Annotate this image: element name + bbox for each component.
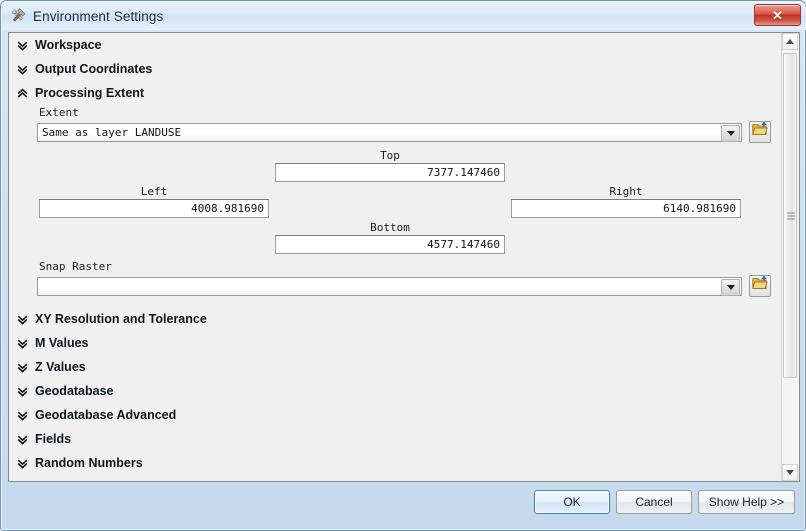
section-header-cartography[interactable]: Cartography <box>9 475 783 481</box>
snap-raster-combo-row <box>37 275 775 297</box>
chevron-double-down-icon <box>17 481 28 482</box>
section-title-z-values: Z Values <box>35 360 86 374</box>
extent-dropdown[interactable]: Same as layer LANDUSE <box>37 122 742 142</box>
hammer-wrench-icon <box>9 7 27 25</box>
snap-raster-dropdown[interactable] <box>37 276 742 296</box>
extent-bottom-cell: Bottom 4577.147460 <box>275 221 505 254</box>
section-title-output-coordinates: Output Coordinates <box>35 62 153 76</box>
extent-top-input[interactable]: 7377.147460 <box>275 163 505 182</box>
extent-left-input[interactable]: 4008.981690 <box>39 199 269 218</box>
extent-label: Extent <box>39 106 79 119</box>
extent-top-cell: Top 7377.147460 <box>275 149 505 182</box>
scrollbar-grip-icon <box>787 212 795 219</box>
section-title-processing-extent: Processing Extent <box>35 86 145 100</box>
ok-button[interactable]: OK <box>534 490 610 514</box>
settings-list: Workspace Output Coordinates Processing … <box>9 33 783 481</box>
extent-left-cell: Left 4008.981690 <box>39 185 269 218</box>
processing-extent-body: Extent Same as layer LANDUSE Top 7377.14… <box>9 106 783 301</box>
section-title-fields: Fields <box>35 432 72 446</box>
scroll-down-arrow-icon[interactable] <box>782 464 798 481</box>
section-title-m-values: M Values <box>35 336 89 350</box>
extent-bottom-label: Bottom <box>370 221 410 234</box>
section-header-random-numbers[interactable]: Random Numbers <box>9 451 783 475</box>
extent-bottom-input[interactable]: 4577.147460 <box>275 235 505 254</box>
chevron-double-down-icon <box>17 313 28 326</box>
close-button[interactable]: ✕ <box>754 4 801 26</box>
chevron-double-down-icon <box>17 457 28 470</box>
vertical-scrollbar[interactable] <box>781 33 799 481</box>
chevron-double-up-icon <box>17 87 28 100</box>
extent-left-label: Left <box>140 185 168 198</box>
chevron-double-down-icon <box>17 409 28 422</box>
cancel-button[interactable]: Cancel <box>616 490 692 514</box>
section-title-random-numbers: Random Numbers <box>35 456 143 470</box>
snap-raster-browse-button[interactable] <box>749 275 771 297</box>
extent-browse-button[interactable] <box>749 121 771 143</box>
section-header-m-values[interactable]: M Values <box>9 331 783 355</box>
environment-settings-window: Environment Settings ✕ Workspace Output … <box>0 0 806 531</box>
section-header-xy-resolution-and-tolerance[interactable]: XY Resolution and Tolerance <box>9 307 783 331</box>
chevron-double-down-icon <box>17 337 28 350</box>
chevron-double-down-icon <box>17 39 28 52</box>
dialog-footer: OK Cancel Show Help >> <box>8 484 800 524</box>
section-header-geodatabase-advanced[interactable]: Geodatabase Advanced <box>9 403 783 427</box>
chevron-down-icon[interactable] <box>721 278 740 296</box>
section-header-fields[interactable]: Fields <box>9 427 783 451</box>
snap-raster-label: Snap Raster <box>39 260 112 273</box>
title-bar: Environment Settings ✕ <box>2 2 806 30</box>
scroll-up-arrow-icon[interactable] <box>782 33 798 50</box>
chevron-double-down-icon <box>17 361 28 374</box>
extent-top-label: Top <box>380 149 400 162</box>
section-header-geodatabase[interactable]: Geodatabase <box>9 379 783 403</box>
section-header-workspace[interactable]: Workspace <box>9 33 783 57</box>
extent-right-label: Right <box>609 185 643 198</box>
extent-combo-row: Same as layer LANDUSE <box>37 121 775 143</box>
chevron-double-down-icon <box>17 63 28 76</box>
chevron-down-icon[interactable] <box>721 124 740 142</box>
section-title-xy-resolution-and-tolerance: XY Resolution and Tolerance <box>35 312 207 326</box>
folder-open-add-icon <box>752 121 768 142</box>
extent-right-input[interactable]: 6140.981690 <box>511 199 741 218</box>
extent-coordinates-grid: Top 7377.147460 Left 4008.981690 Right 6… <box>17 149 775 254</box>
section-header-processing-extent[interactable]: Processing Extent <box>9 81 783 105</box>
show-help-button[interactable]: Show Help >> <box>698 490 795 514</box>
section-header-output-coordinates[interactable]: Output Coordinates <box>9 57 783 81</box>
chevron-double-down-icon <box>17 433 28 446</box>
section-header-z-values[interactable]: Z Values <box>9 355 783 379</box>
section-title-cartography: Cartography <box>35 480 109 481</box>
chevron-double-down-icon <box>17 385 28 398</box>
extent-selected-value: Same as layer LANDUSE <box>42 125 182 139</box>
extent-right-cell: Right 6140.981690 <box>511 185 741 218</box>
close-icon: ✕ <box>772 7 783 23</box>
window-title: Environment Settings <box>33 8 164 24</box>
section-title-workspace: Workspace <box>35 38 102 52</box>
folder-open-add-icon <box>752 275 768 296</box>
section-title-geodatabase-advanced: Geodatabase Advanced <box>35 408 177 422</box>
settings-scroll-panel: Workspace Output Coordinates Processing … <box>8 32 800 482</box>
scrollbar-thumb[interactable] <box>783 53 797 378</box>
section-title-geodatabase: Geodatabase <box>35 384 114 398</box>
